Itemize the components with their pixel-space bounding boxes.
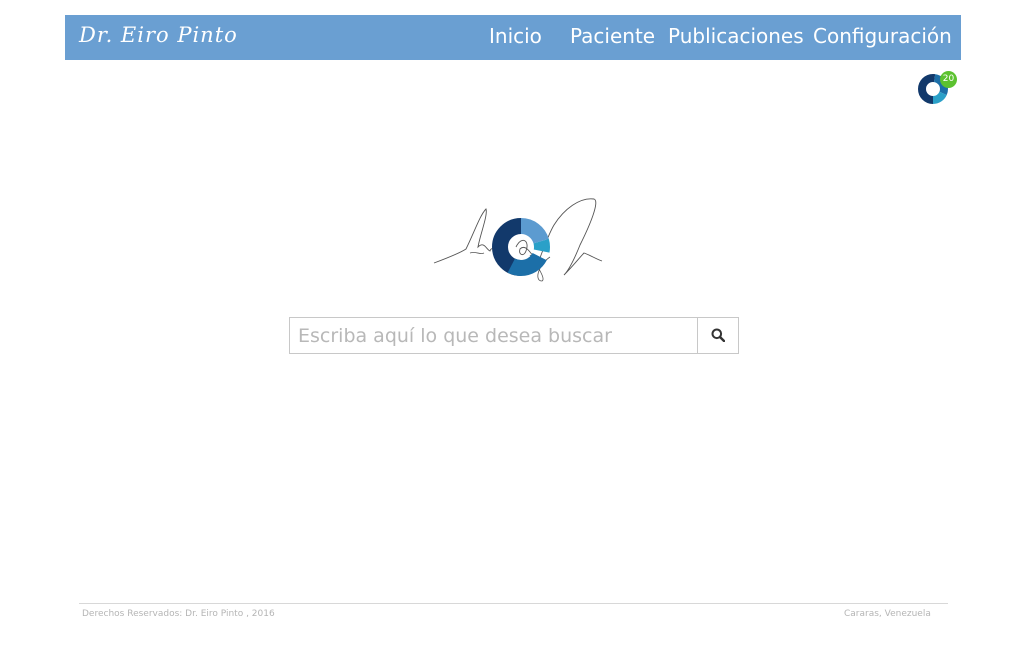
footer-location: Cararas, Venezuela [844,609,931,619]
search-button[interactable] [697,318,739,353]
brand-logo-text[interactable]: Dr. Eiro Pinto [79,23,238,47]
nav-item-paciente[interactable]: Paciente [570,24,655,48]
search-icon [711,328,725,342]
footer-divider [79,603,948,604]
notification-count-badge: 20 [940,71,957,88]
nav-item-inicio[interactable]: Inicio [489,24,542,48]
nav-item-configuracion[interactable]: Configuración [813,24,952,48]
notifications-button[interactable]: 20 [917,71,959,105]
search-box [289,317,739,354]
nav-item-publicaciones[interactable]: Publicaciones [668,24,804,48]
top-navbar: Dr. Eiro Pinto Inicio Paciente Publicaci… [65,15,961,60]
search-input[interactable] [290,318,694,353]
signature-logo [433,198,603,282]
footer-copyright: Derechos Reservados: Dr. Eiro Pinto , 20… [82,609,275,619]
